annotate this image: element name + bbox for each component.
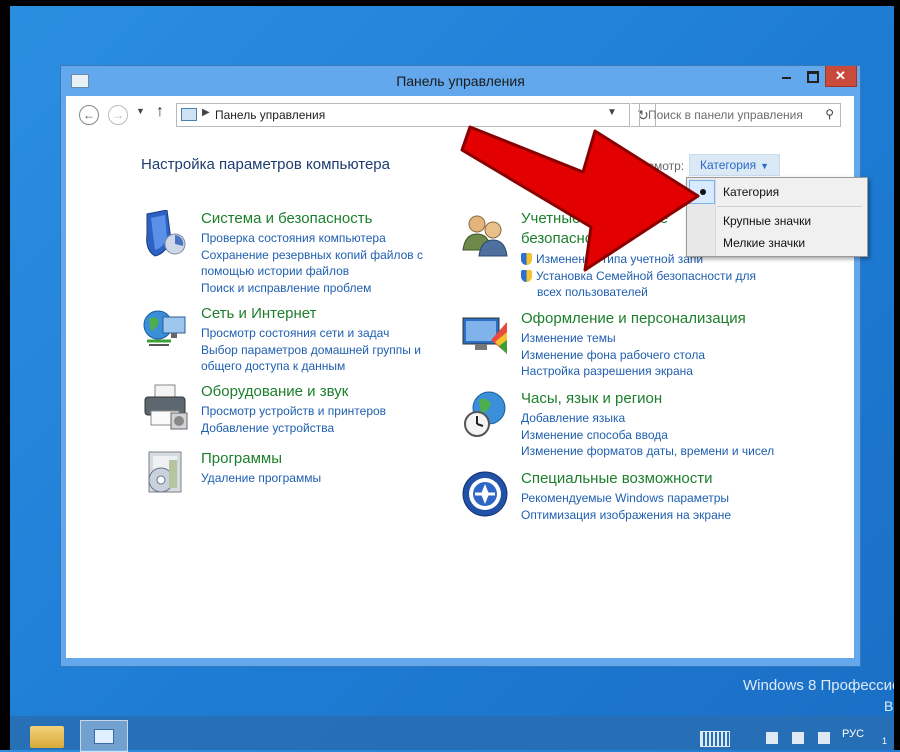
menu-item-large-icons[interactable]: Крупные значки bbox=[723, 214, 811, 228]
radio-dot-icon bbox=[700, 189, 706, 195]
category-link[interactable]: Добавление языка bbox=[521, 411, 625, 425]
action-center-icon[interactable] bbox=[766, 732, 778, 744]
category-link[interactable]: Изменение способа ввода bbox=[521, 428, 668, 442]
page-title: Настройка параметров компьютера bbox=[141, 156, 390, 173]
file-explorer-icon[interactable] bbox=[30, 726, 64, 748]
category-title-continued[interactable]: безопасность bbox=[521, 230, 615, 247]
windows-build-watermark: B bbox=[884, 698, 894, 714]
recent-locations-dropdown[interactable]: ▼ bbox=[136, 106, 145, 116]
view-by-value: Категория bbox=[700, 158, 757, 172]
minimize-button[interactable] bbox=[773, 66, 799, 86]
view-by-dropdown[interactable]: Категория ▼ bbox=[689, 154, 781, 176]
search-icon[interactable]: ⚲ bbox=[825, 107, 834, 121]
category-link[interactable]: общего доступа к данным bbox=[201, 359, 345, 373]
back-button[interactable]: ← bbox=[79, 105, 99, 125]
maximize-button[interactable] bbox=[799, 66, 825, 86]
breadcrumb-separator-icon[interactable]: ▶ bbox=[202, 107, 210, 118]
menu-item-small-icons[interactable]: Мелкие значки bbox=[723, 236, 805, 250]
category-link[interactable]: Установка Семейной безопасности для bbox=[521, 269, 756, 283]
accessibility-icon[interactable] bbox=[461, 470, 509, 518]
window-title: Панель управления bbox=[396, 73, 525, 89]
category-title[interactable]: Часы, язык и регион bbox=[521, 390, 662, 407]
category-link[interactable]: Проверка состояния компьютера bbox=[201, 231, 386, 245]
category-link[interactable]: Изменение темы bbox=[521, 331, 616, 345]
photo-border-left bbox=[0, 0, 10, 750]
category-link[interactable]: всех пользователей bbox=[537, 285, 648, 299]
up-button[interactable]: ↑ bbox=[156, 103, 164, 121]
menu-item-category[interactable]: Категория bbox=[723, 185, 779, 199]
photo-border-right bbox=[894, 0, 900, 750]
title-bar[interactable]: Панель управления bbox=[61, 66, 860, 96]
clock-globe-icon[interactable] bbox=[461, 390, 509, 438]
address-dropdown-icon[interactable]: ▼ bbox=[607, 107, 617, 118]
close-button[interactable] bbox=[825, 66, 857, 87]
category-link[interactable]: помощью истории файлов bbox=[201, 264, 349, 278]
display-paint-icon[interactable] bbox=[461, 310, 509, 358]
category-title[interactable]: Система и безопасность bbox=[201, 210, 372, 227]
uac-shield-icon bbox=[521, 270, 532, 282]
category-title[interactable]: Оформление и персонализация bbox=[521, 310, 746, 327]
network-icon[interactable] bbox=[792, 732, 804, 744]
uac-shield-icon bbox=[521, 253, 532, 265]
programs-icon[interactable] bbox=[141, 450, 189, 498]
category-link[interactable]: Рекомендуемые Windows параметры bbox=[521, 491, 729, 505]
photo-border-top bbox=[0, 0, 900, 6]
category-title[interactable]: Оборудование и звук bbox=[201, 383, 348, 400]
category-title[interactable]: Специальные возможности bbox=[521, 470, 713, 487]
category-link[interactable]: Сохранение резервных копий файлов с bbox=[201, 248, 423, 262]
category-link[interactable]: Просмотр устройств и принтеров bbox=[201, 404, 386, 418]
printer-icon[interactable] bbox=[141, 383, 189, 431]
view-by-label: Просмотр: bbox=[626, 159, 685, 173]
category-title[interactable]: Сеть и Интернет bbox=[201, 305, 317, 322]
category-link[interactable]: Удаление программы bbox=[201, 471, 321, 485]
taskbar: РУС 1 bbox=[10, 716, 894, 752]
category-title[interactable]: Учетные записи и Се bbox=[521, 210, 668, 227]
category-link[interactable]: Изменение форматов даты, времени и чисел bbox=[521, 444, 774, 458]
category-link[interactable]: Изменение фона рабочего стола bbox=[521, 348, 705, 362]
search-placeholder: Поиск в панели управления bbox=[648, 108, 803, 122]
category-link[interactable]: Поиск и исправление проблем bbox=[201, 281, 371, 295]
category-link[interactable]: Изменение типа учетной запи bbox=[521, 252, 703, 266]
category-link[interactable]: Оптимизация изображения на экране bbox=[521, 508, 731, 522]
category-title[interactable]: Программы bbox=[201, 450, 282, 467]
language-indicator[interactable]: РУС bbox=[842, 728, 864, 740]
category-link[interactable]: Выбор параметров домашней группы и bbox=[201, 343, 421, 357]
selected-item-highlight bbox=[689, 180, 715, 204]
navigation-bar: ← → ▼ ↑ ▶ Панель управления ▼ ↻ Поиск в … bbox=[66, 96, 854, 134]
category-link[interactable]: Просмотр состояния сети и задач bbox=[201, 326, 389, 340]
search-box[interactable]: Поиск в панели управления ⚲ bbox=[639, 103, 841, 127]
volume-icon[interactable] bbox=[818, 732, 830, 744]
control-panel-taskbar-button[interactable] bbox=[80, 720, 128, 752]
clock[interactable]: 1 bbox=[882, 736, 887, 746]
control-panel-icon bbox=[181, 108, 197, 121]
users-icon[interactable] bbox=[461, 210, 509, 258]
windows-edition-watermark: Windows 8 Профессио bbox=[743, 677, 900, 694]
category-link[interactable]: Добавление устройства bbox=[201, 421, 334, 435]
view-by-menu: Категория Крупные значки Мелкие значки bbox=[686, 177, 868, 257]
menu-divider bbox=[717, 206, 862, 207]
chevron-down-icon: ▼ bbox=[760, 161, 770, 171]
forward-button[interactable]: → bbox=[108, 105, 128, 125]
control-panel-icon bbox=[94, 729, 114, 744]
network-globe-icon[interactable] bbox=[141, 305, 189, 353]
category-link[interactable]: Настройка разрешения экрана bbox=[521, 364, 693, 378]
touch-keyboard-icon[interactable] bbox=[700, 731, 730, 747]
control-panel-window: Панель управления ← → ▼ ↑ ▶ Панель управ… bbox=[60, 65, 861, 667]
address-bar[interactable]: ▶ Панель управления ▼ bbox=[176, 103, 630, 127]
shield-icon[interactable] bbox=[141, 210, 189, 258]
breadcrumb-item[interactable]: Панель управления bbox=[215, 108, 325, 122]
